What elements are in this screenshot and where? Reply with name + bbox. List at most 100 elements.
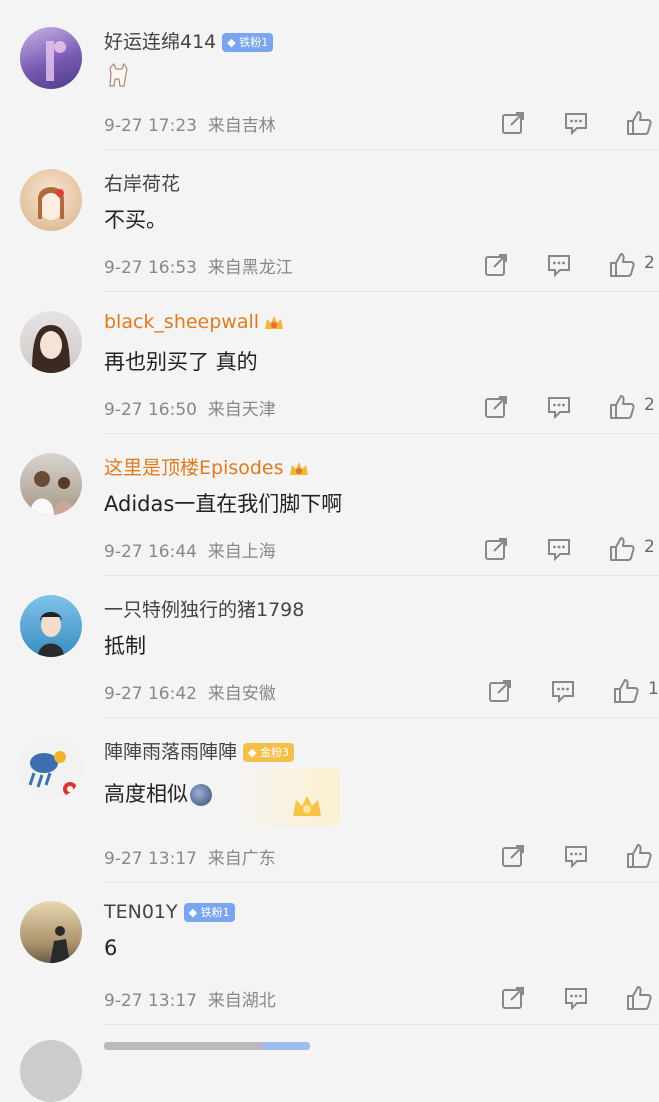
comment-time: 9-27 13:17 [104, 849, 197, 869]
username[interactable]: 右岸荷花 [104, 169, 180, 196]
share-icon [485, 396, 507, 418]
fan-badge: ◆ 铁粉1 [222, 33, 274, 52]
comment-meta: 9-27 13:17 来自湖北 [104, 986, 276, 1011]
username-text[interactable]: 陣陣雨落雨陣陣 [104, 741, 237, 763]
avatar[interactable] [20, 1040, 82, 1102]
comment-body: 高度相似 [104, 778, 212, 808]
comment-icon [552, 681, 574, 704]
thumbs-up-icon [627, 111, 652, 135]
username-text[interactable]: 这里是顶楼Episodes [104, 457, 284, 479]
like-count: 2 [644, 395, 655, 415]
avatar[interactable] [20, 27, 82, 89]
share-icon [502, 987, 524, 1009]
divider [104, 575, 659, 576]
comment-location: 来自天津 [207, 400, 276, 420]
share-button[interactable] [500, 843, 526, 869]
comment-icon [565, 988, 587, 1011]
divider [104, 717, 659, 718]
username[interactable]: 这里是顶楼Episodes [104, 453, 310, 480]
comment-button[interactable] [563, 843, 589, 869]
thumbs-up-icon [610, 537, 635, 561]
emoji-icon [190, 784, 212, 806]
username-text[interactable]: 好运连绵414 [104, 31, 216, 53]
divider [104, 149, 659, 150]
avatar[interactable] [20, 453, 82, 515]
like-button[interactable] [608, 535, 635, 561]
username-text[interactable]: TEN01Y [104, 901, 178, 923]
share-icon [502, 112, 524, 134]
comment-text: Adidas一直在我们脚下啊 [104, 492, 343, 516]
share-button[interactable] [483, 536, 509, 562]
like-button[interactable] [625, 842, 652, 868]
comment-time: 9-27 16:42 [104, 684, 197, 704]
like-button[interactable] [608, 393, 635, 419]
alpaca-sticker-icon [109, 62, 128, 87]
avatar-image [32, 325, 70, 373]
comment-icon [565, 113, 587, 136]
username[interactable]: 一只特例独行的猪1798 [104, 595, 304, 622]
comment-meta: 9-27 16:50 来自天津 [104, 395, 276, 420]
comment-card-decoration [230, 768, 340, 826]
share-button[interactable] [487, 678, 513, 704]
username[interactable]: TEN01Y ◆ 铁粉1 [104, 901, 235, 923]
comment-button[interactable] [563, 985, 589, 1011]
fan-badge-label: 金粉3 [259, 746, 289, 759]
share-button[interactable] [483, 394, 509, 420]
comment-button[interactable] [546, 252, 572, 278]
username[interactable]: 好运连绵414 ◆ 铁粉1 [104, 27, 274, 54]
avatar-image [50, 926, 70, 963]
comment-sticker [104, 60, 132, 90]
gold-crown-icon [293, 796, 321, 816]
like-button[interactable] [625, 109, 652, 135]
comment-text: 再也别买了 真的 [104, 350, 258, 374]
comment-text: 6 [104, 936, 118, 960]
comment-icon [565, 846, 587, 869]
avatar[interactable] [20, 169, 82, 231]
share-button[interactable] [483, 252, 509, 278]
comment-icon [548, 397, 570, 420]
comment-icon [548, 255, 570, 278]
comment-location: 来自广东 [207, 849, 276, 869]
share-button[interactable] [500, 110, 526, 136]
username-text[interactable]: 一只特例独行的猪1798 [104, 599, 304, 621]
like-button[interactable] [612, 677, 639, 703]
thumbs-up-icon [610, 253, 635, 277]
like-button[interactable] [608, 251, 635, 277]
like-count: 2 [644, 537, 655, 557]
comment-button[interactable] [550, 678, 576, 704]
username-text[interactable]: 右岸荷花 [104, 173, 180, 195]
vip-crown-icon [265, 315, 284, 329]
share-button[interactable] [500, 985, 526, 1011]
comment-time: 9-27 16:44 [104, 542, 197, 562]
username[interactable]: black_sheepwall [104, 311, 285, 333]
like-button[interactable] [625, 984, 652, 1010]
share-icon [485, 254, 507, 276]
fan-badge-label: 铁粉1 [200, 906, 230, 919]
divider [104, 291, 659, 292]
comment-button[interactable] [546, 394, 572, 420]
avatar[interactable] [20, 311, 82, 373]
divider [104, 1024, 659, 1025]
fan-badge: ◆ 金粉3 [243, 743, 294, 762]
comment-button[interactable] [546, 536, 572, 562]
comment-text: 高度相似 [104, 782, 188, 806]
comment-location: 来自湖北 [207, 991, 276, 1011]
avatar[interactable] [20, 595, 82, 657]
comment-text: 抵制 [104, 634, 146, 658]
divider [104, 882, 659, 883]
avatar-image [30, 471, 74, 515]
share-icon [502, 845, 524, 867]
avatar[interactable] [20, 737, 82, 799]
comment-button[interactable] [563, 110, 589, 136]
comment-meta: 9-27 16:53 来自黑龙江 [104, 253, 293, 278]
comment-location: 来自上海 [207, 542, 276, 562]
comment-meta: 9-27 13:17 来自广东 [104, 844, 276, 869]
username-text[interactable]: black_sheepwall [104, 311, 259, 333]
avatar-image [38, 612, 64, 657]
thumbs-up-icon [627, 844, 652, 868]
thumbs-up-icon [614, 679, 639, 703]
vip-crown-icon [289, 461, 308, 475]
avatar[interactable] [20, 901, 82, 963]
comment-time: 9-27 17:23 [104, 116, 197, 136]
username[interactable]: 陣陣雨落雨陣陣 ◆ 金粉3 [104, 737, 294, 764]
